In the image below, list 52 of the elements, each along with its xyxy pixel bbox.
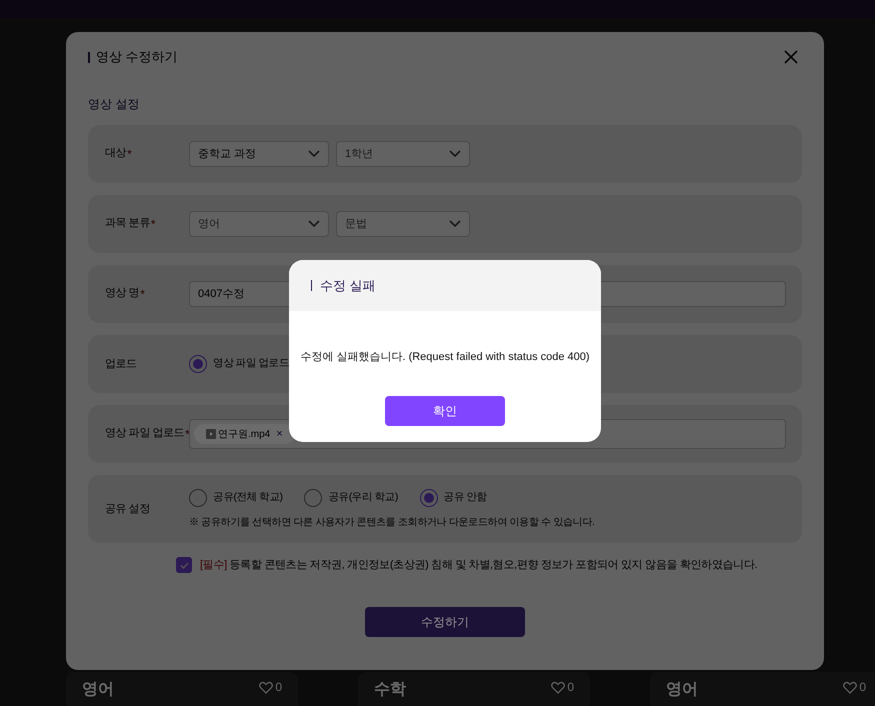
radio-label: 공유(우리 학교): [328, 490, 398, 505]
radio-label: 공유(전체 학교): [213, 490, 282, 505]
remove-file-button[interactable]: ×: [276, 426, 283, 442]
like-count: 0: [859, 679, 866, 696]
modal-title: 영상 수정하기: [96, 48, 178, 66]
dropdown[interactable]: 중학교 과정: [189, 141, 329, 167]
card-subject: 영어: [666, 680, 698, 700]
subject-card[interactable]: 수학 0: [358, 672, 590, 706]
heart-icon: [551, 681, 566, 694]
radio-label: 공유 안함: [444, 490, 487, 505]
radio-button[interactable]: [189, 355, 207, 373]
file-name: 연구원.mp4: [218, 428, 270, 442]
dropdown[interactable]: 문법: [336, 211, 470, 237]
card-subject: 영어: [82, 680, 114, 700]
check-icon: [180, 562, 188, 569]
required-mark: *: [140, 286, 145, 303]
alert-title: 수정 실패: [320, 276, 376, 295]
heart-icon: [259, 681, 274, 694]
radio-button[interactable]: [420, 488, 438, 506]
field-label: 업로드: [105, 356, 137, 372]
required-mark: *: [185, 426, 190, 443]
radio-label: 영상 파일 업로드: [213, 356, 290, 372]
field-label: 대상: [105, 146, 126, 161]
video-file-icon: [206, 429, 216, 439]
chevron-down-icon: [449, 150, 461, 158]
field-label: 공유 설정: [105, 502, 150, 517]
close-icon[interactable]: [784, 50, 798, 64]
consent-text: [필수] 등록할 콘텐츠는 저작권, 개인정보(초상권) 침해 및 차별,혐오,편향 정보가 포함되어 있지 않음을 확인하였습니다.: [200, 558, 758, 573]
alert-message: 수정에 실패했습니다. (Request failed with status code 400): [299, 350, 591, 365]
chevron-down-icon: [449, 220, 461, 228]
subject-card[interactable]: 영어 0: [66, 672, 298, 706]
like-count: 0: [275, 679, 282, 696]
field-label: 과목 분류: [105, 216, 150, 231]
submit-button[interactable]: 수정하기: [365, 606, 525, 636]
required-mark: *: [150, 216, 156, 233]
field-label: 영상 파일 업로드: [105, 426, 184, 441]
confirm-button[interactable]: 확인: [385, 396, 505, 426]
dropdown[interactable]: 영어: [189, 211, 329, 237]
radio-button[interactable]: [304, 488, 322, 506]
like-count: 0: [567, 679, 574, 696]
card-subject: 수학: [374, 680, 406, 700]
required-mark: *: [127, 146, 132, 163]
chevron-down-icon: [308, 220, 320, 228]
chevron-down-icon: [308, 150, 320, 158]
heart-icon: [843, 681, 858, 694]
section-title: 영상 설정: [88, 96, 140, 113]
subject-card[interactable]: 영어 0: [650, 672, 875, 706]
radio-button[interactable]: [189, 488, 207, 506]
hint-text: ※ 공유하기를 선택하면 다른 사용자가 콘텐츠를 조회하거나 다운로드하여 이용할 수 있습니다.: [189, 516, 595, 530]
checkbox[interactable]: [176, 557, 192, 574]
field-label: 영상 명: [105, 286, 140, 301]
dropdown[interactable]: 1학년: [336, 141, 470, 167]
